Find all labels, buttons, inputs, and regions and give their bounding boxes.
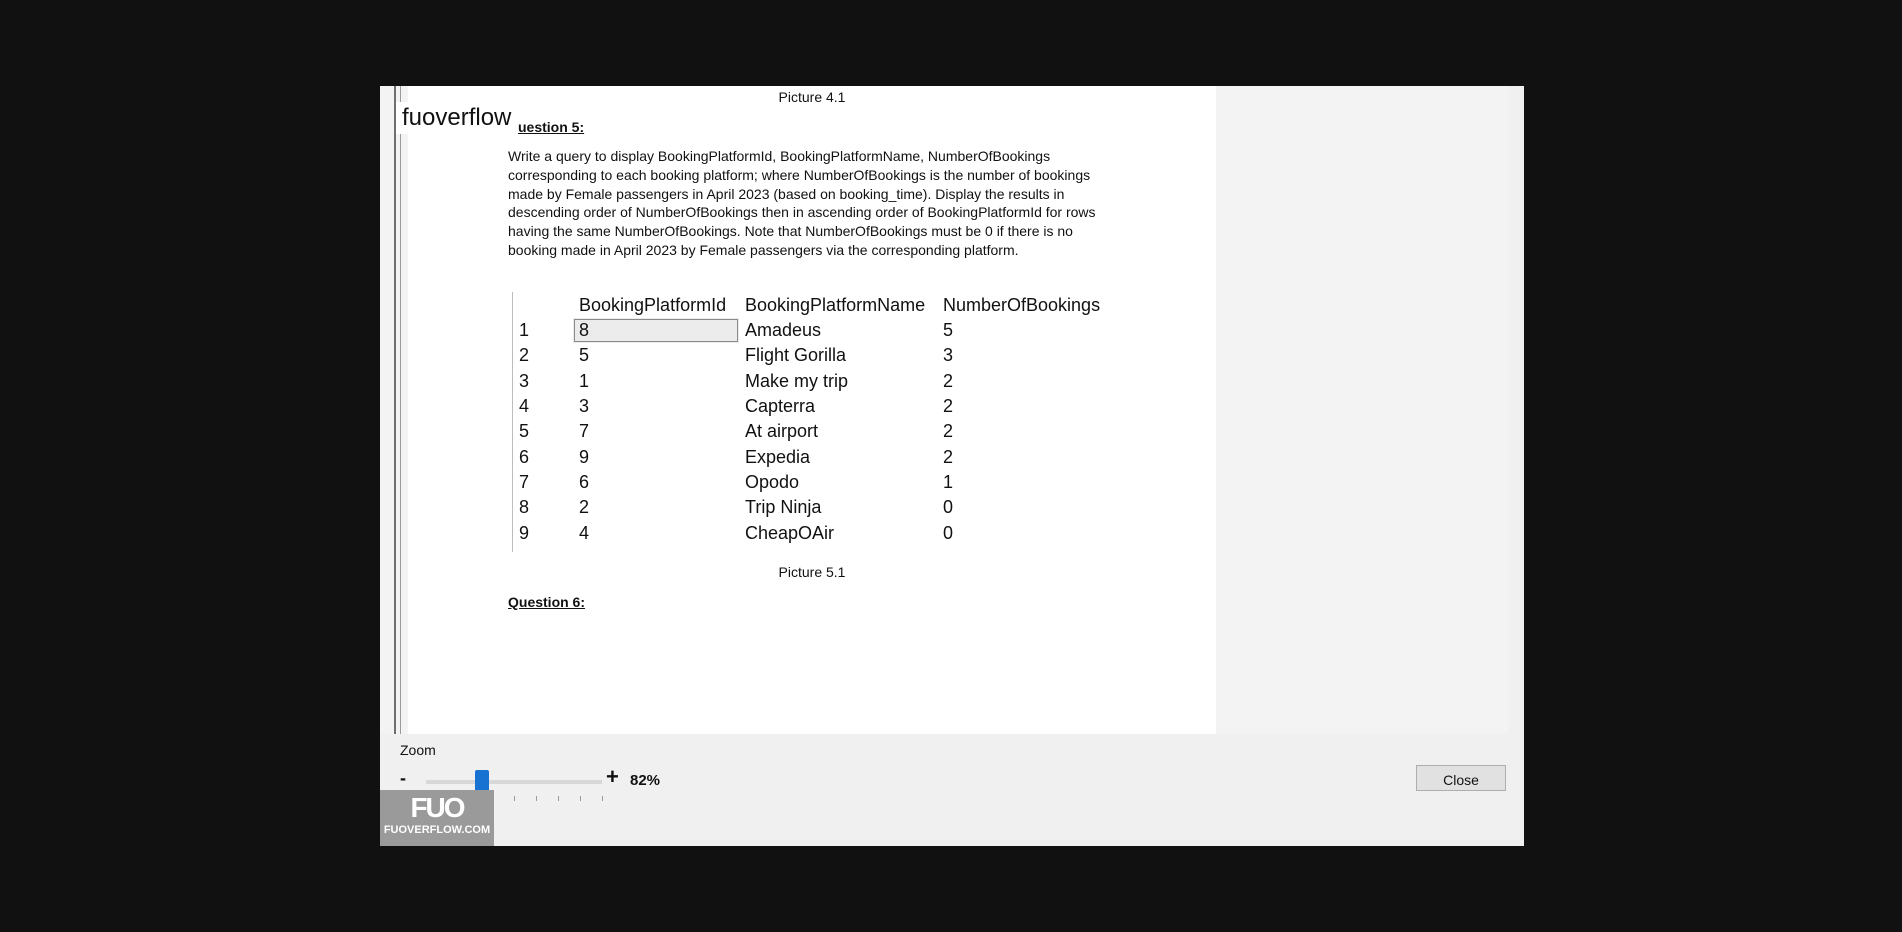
zoom-tick bbox=[580, 796, 581, 801]
page-border-line bbox=[394, 86, 396, 734]
logo-text: FUOVERFLOW.COM bbox=[383, 824, 491, 836]
result-table: BookingPlatformId BookingPlatformName Nu… bbox=[513, 292, 1109, 546]
cell-name: Opodo bbox=[745, 471, 800, 492]
cell-count: 2 bbox=[943, 370, 954, 391]
cell-id: 5 bbox=[579, 345, 590, 366]
cell-count: 5 bbox=[943, 320, 954, 341]
cell-name: Make my trip bbox=[745, 370, 849, 391]
table-row: 4 3 Capterra 2 bbox=[513, 394, 1109, 419]
logo-mark: FUO bbox=[410, 792, 465, 823]
table-row: 6 9 Expedia 2 bbox=[513, 444, 1109, 469]
fuo-logo: FUO FUOVERFLOW.COM bbox=[380, 790, 494, 846]
cell-id: 4 bbox=[579, 522, 590, 543]
cell-count: 3 bbox=[943, 345, 954, 366]
zoom-tick bbox=[602, 796, 603, 801]
cell-count: 2 bbox=[943, 421, 954, 442]
zoom-slider-thumb[interactable] bbox=[475, 770, 490, 792]
close-button[interactable]: Close bbox=[1416, 765, 1506, 791]
row-number: 3 bbox=[519, 370, 530, 391]
row-number: 7 bbox=[519, 471, 530, 492]
cell-id: 9 bbox=[579, 446, 590, 467]
document-viewer[interactable]: Picture 4.1 uestion 5: Write a query to … bbox=[380, 86, 1508, 734]
column-header-name: BookingPlatformName bbox=[745, 294, 926, 315]
picture-5-1-caption: Picture 5.1 bbox=[778, 564, 846, 580]
table-row: 7 6 Opodo 1 bbox=[513, 470, 1109, 495]
cell-count: 0 bbox=[943, 497, 954, 518]
table-header-row: BookingPlatformId BookingPlatformName Nu… bbox=[513, 292, 1109, 318]
column-header-count: NumberOfBookings bbox=[943, 294, 1101, 315]
question-6-heading: Question 6: bbox=[508, 594, 586, 610]
zoom-tick bbox=[514, 796, 515, 801]
table-row: 3 1 Make my trip 2 bbox=[513, 369, 1109, 394]
column-header-rownum bbox=[513, 292, 573, 318]
cell-id: 1 bbox=[579, 370, 590, 391]
cell-id: 2 bbox=[579, 497, 590, 518]
row-number: 6 bbox=[519, 446, 530, 467]
zoom-tick bbox=[536, 796, 537, 801]
column-header-id: BookingPlatformId bbox=[579, 294, 727, 315]
table-row: 2 5 Flight Gorilla 3 bbox=[513, 343, 1109, 368]
document-page: Picture 4.1 uestion 5: Write a query to … bbox=[408, 86, 1216, 734]
row-number: 8 bbox=[519, 497, 530, 518]
cell-name: CheapOAir bbox=[745, 522, 835, 543]
page-border-line bbox=[400, 86, 401, 734]
cell-id: 6 bbox=[579, 471, 590, 492]
question-5-heading: uestion 5: bbox=[518, 119, 585, 135]
row-number: 4 bbox=[519, 396, 530, 417]
cell-id: 3 bbox=[579, 396, 590, 417]
zoom-out-button[interactable]: - bbox=[400, 768, 406, 789]
table-row: 9 4 CheapOAir 0 bbox=[513, 520, 1109, 545]
cell-count: 2 bbox=[943, 446, 954, 467]
question-5-text: Write a query to display BookingPlatform… bbox=[508, 148, 1096, 258]
table-row: 8 2 Trip Ninja 0 bbox=[513, 495, 1109, 520]
cell-name: Capterra bbox=[745, 396, 816, 417]
cell-id: 8 bbox=[573, 318, 739, 344]
zoom-in-button[interactable]: + bbox=[606, 764, 619, 790]
zoom-value: 82% bbox=[630, 772, 661, 789]
cell-name: Flight Gorilla bbox=[745, 345, 847, 366]
table-row: 1 8 Amadeus 5 bbox=[513, 318, 1109, 344]
row-number: 9 bbox=[519, 522, 530, 543]
preview-dialog: Picture 4.1 uestion 5: Write a query to … bbox=[380, 86, 1524, 846]
cell-count: 1 bbox=[943, 471, 954, 492]
cell-name: Amadeus bbox=[745, 320, 822, 341]
zoom-label: Zoom bbox=[400, 742, 436, 758]
cell-name: Trip Ninja bbox=[745, 497, 822, 518]
watermark-brand: fuoverflow bbox=[396, 102, 518, 134]
row-number: 2 bbox=[519, 345, 530, 366]
row-number: 5 bbox=[519, 421, 530, 442]
query-result-grid: BookingPlatformId BookingPlatformName Nu… bbox=[512, 292, 1117, 552]
cell-count: 2 bbox=[943, 396, 954, 417]
zoom-slider-track[interactable] bbox=[426, 780, 602, 784]
zoom-tick bbox=[558, 796, 559, 801]
cell-count: 0 bbox=[943, 522, 954, 543]
table-row: 5 7 At airport 2 bbox=[513, 419, 1109, 444]
picture-4-1-caption: Picture 4.1 bbox=[778, 89, 846, 105]
row-number: 1 bbox=[519, 320, 530, 341]
cell-name: Expedia bbox=[745, 446, 811, 467]
cell-id: 7 bbox=[579, 421, 590, 442]
cell-name: At airport bbox=[745, 421, 819, 442]
